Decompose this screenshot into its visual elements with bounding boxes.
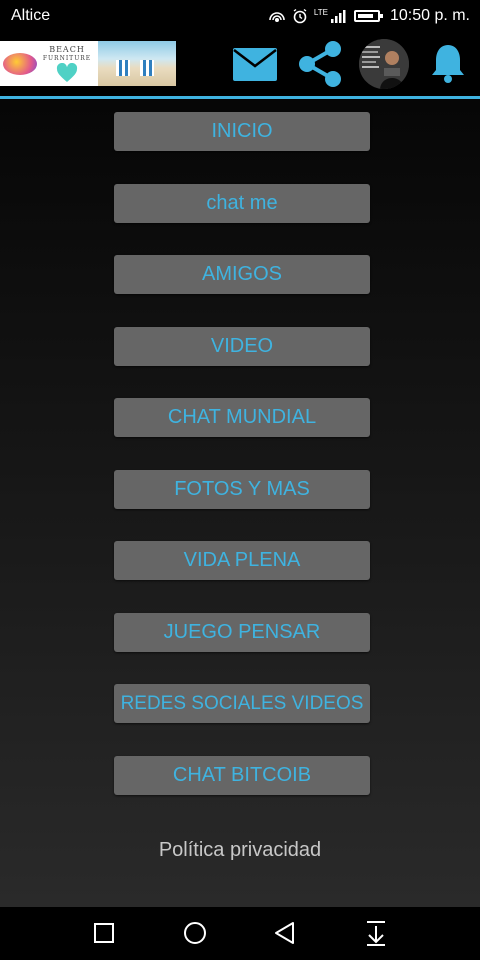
- share-icon[interactable]: [297, 40, 343, 88]
- ad-photo: [98, 41, 176, 86]
- menu-button-chat-me[interactable]: chat me: [114, 184, 370, 223]
- network-type: LTE: [313, 7, 328, 17]
- signal-icon: [330, 10, 346, 23]
- menu-button-amigos[interactable]: AMIGOS: [114, 255, 370, 294]
- profile-avatar[interactable]: [358, 38, 410, 90]
- menu-button-juego-pensar[interactable]: JUEGO PENSAR: [114, 613, 370, 652]
- menu-button-inicio[interactable]: INICIO: [114, 112, 370, 151]
- status-icons: LTE 10:50 p. m.: [268, 7, 470, 25]
- clock: 10:50 p. m.: [389, 7, 470, 24]
- menu-button-chat-bitcoib[interactable]: CHAT BITCOIB: [114, 756, 370, 795]
- menu-button-chat-mundial[interactable]: CHAT MUNDIAL: [114, 398, 370, 437]
- recents-icon[interactable]: [74, 907, 134, 960]
- notification-pull-icon[interactable]: [346, 907, 406, 960]
- bell-icon[interactable]: [430, 42, 466, 84]
- back-icon[interactable]: [255, 907, 315, 960]
- status-bar: Altice LTE 10:50 p. m.: [0, 0, 480, 34]
- ad-brand-text: BEACH FURNITURE: [42, 45, 92, 62]
- hotspot-icon: [269, 12, 285, 22]
- navigation-bar: [0, 907, 480, 960]
- heart-icon: [56, 63, 78, 82]
- ad-banner[interactable]: BEACH FURNITURE: [0, 41, 176, 86]
- privacy-policy-link[interactable]: Política privacidad: [0, 839, 480, 862]
- home-icon[interactable]: [165, 907, 225, 960]
- menu-button-video[interactable]: VIDEO: [114, 327, 370, 366]
- mail-icon[interactable]: [232, 47, 278, 82]
- carrier-name: Altice: [11, 7, 51, 24]
- menu-button-fotos-y-mas[interactable]: FOTOS Y MAS: [114, 470, 370, 509]
- menu-button-vida-plena[interactable]: VIDA PLENA: [114, 541, 370, 580]
- battery-icon: [353, 10, 383, 22]
- ad-logo: [3, 53, 37, 75]
- alarm-icon: [293, 8, 307, 24]
- menu-button-redes-sociales-videos[interactable]: REDES SOCIALES VIDEOS: [114, 684, 370, 723]
